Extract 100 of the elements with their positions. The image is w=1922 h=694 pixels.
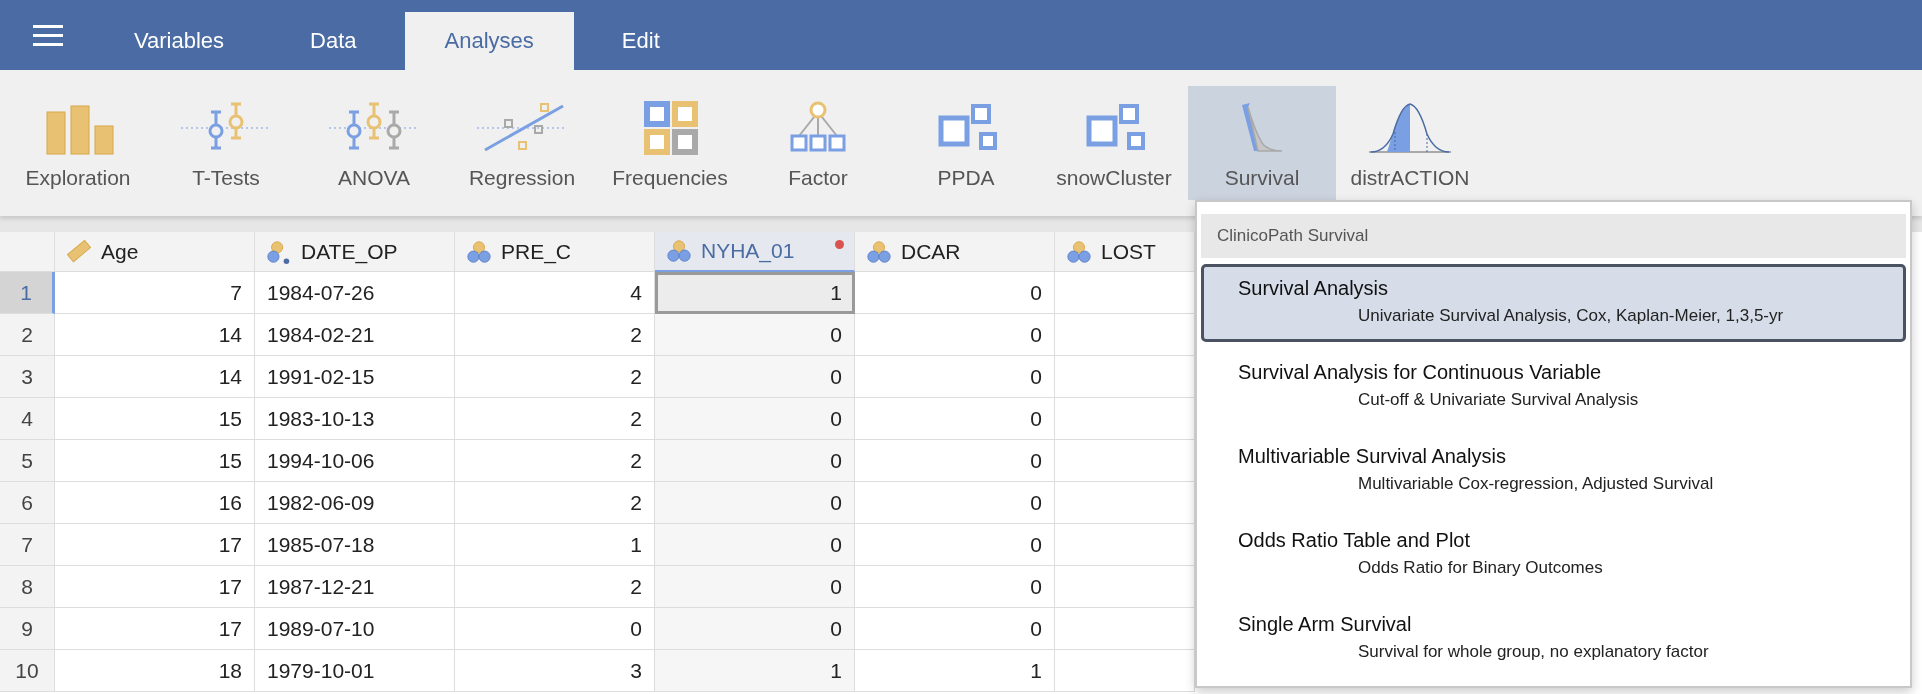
- menu-item-title: Single Arm Survival: [1238, 613, 1413, 636]
- table-cell: 1985-07-18: [255, 524, 455, 566]
- table-cell: 17: [55, 608, 255, 650]
- menu-item-title: Multivariable Survival Analysis: [1238, 445, 1507, 468]
- table-cell: 0: [655, 608, 855, 650]
- table-cell: 0: [855, 524, 1055, 566]
- column-name: DCAR: [901, 239, 961, 264]
- table-cell: 1983-10-13: [255, 398, 455, 440]
- table-cell: 0: [855, 398, 1055, 440]
- table-cell: 1979-10-01: [255, 650, 455, 692]
- menu-item[interactable]: Survival Analysis Univariate Survival Analysis, Cox, Kaplan-Meier, 1,3,5-yr: [1201, 264, 1906, 342]
- row-number[interactable]: 1: [0, 272, 55, 314]
- column-header[interactable]: NYHA_01: [655, 232, 855, 272]
- toolbar-button[interactable]: T-Tests: [152, 86, 300, 200]
- menu-tab[interactable]: Analyses: [404, 12, 574, 70]
- table-cell: 1987-12-21: [255, 566, 455, 608]
- column-header[interactable]: LOST: [1055, 232, 1195, 272]
- table-cell: 18: [55, 650, 255, 692]
- row-number[interactable]: 2: [0, 314, 55, 356]
- variable-type-icon: [65, 238, 93, 265]
- menu-item[interactable]: Odds Ratio Table and Plot Odds Ratio for Binary Outcomes: [1201, 516, 1906, 594]
- row-number[interactable]: 4: [0, 398, 55, 440]
- column-name: LOST: [1101, 239, 1156, 264]
- row-number[interactable]: 8: [0, 566, 55, 608]
- toolbar-button[interactable]: distrACTION: [1336, 86, 1484, 200]
- toolbar-button[interactable]: Frequencies: [596, 86, 744, 200]
- table-cell: 15: [55, 440, 255, 482]
- column-header[interactable]: DATE_OP: [255, 232, 455, 272]
- table-cell: 17: [55, 566, 255, 608]
- table-cell: 1989-07-10: [255, 608, 455, 650]
- table-cell: 0: [855, 482, 1055, 524]
- column-header[interactable]: Age: [55, 232, 255, 272]
- table-cell: 1991-02-15: [255, 356, 455, 398]
- table-cell: 16: [55, 482, 255, 524]
- menu-heading: ClinicoPath Survival: [1201, 214, 1906, 258]
- variable-type-icon: [665, 238, 693, 264]
- table-cell: 1: [655, 272, 855, 314]
- row-number[interactable]: 5: [0, 440, 55, 482]
- table-cell: 14: [55, 356, 255, 398]
- row-number[interactable]: 6: [0, 482, 55, 524]
- menu-item-description: Cut-off & Univariate Survival Analysis: [1357, 390, 1640, 410]
- variable-type-icon: [865, 238, 893, 265]
- menu-tab[interactable]: Variables: [96, 12, 263, 70]
- column-header[interactable]: PRE_C: [455, 232, 655, 272]
- menu-tab[interactable]: Data: [272, 12, 395, 70]
- table-cell: 1982-06-09: [255, 482, 455, 524]
- row-number[interactable]: 3: [0, 356, 55, 398]
- toolbar-button[interactable]: snowCluster: [1040, 86, 1188, 200]
- table-cell: 0: [855, 566, 1055, 608]
- table-cell: 1: [855, 650, 1055, 692]
- table-cell: 0: [655, 398, 855, 440]
- grid-corner: [0, 232, 55, 272]
- row-number[interactable]: 9: [0, 608, 55, 650]
- table-cell: 0: [655, 314, 855, 356]
- table-cell: 14: [55, 314, 255, 356]
- table-cell: 1994-10-06: [255, 440, 455, 482]
- row-number[interactable]: 7: [0, 524, 55, 566]
- menu-item-description: Odds Ratio for Binary Outcomes: [1357, 558, 1604, 578]
- table-cell: 0: [855, 440, 1055, 482]
- menu-item[interactable]: Multivariable Survival Analysis Multivariable Cox-regression, Adjusted Survival: [1201, 432, 1906, 510]
- table-cell: 7: [55, 272, 255, 314]
- table-cell: 17: [55, 524, 255, 566]
- row-number[interactable]: 10: [0, 650, 55, 692]
- column-name: Age: [101, 239, 139, 264]
- table-cell: 0: [855, 608, 1055, 650]
- toolbar-button[interactable]: Survival: [1188, 86, 1336, 200]
- variable-type-icon: [465, 238, 493, 265]
- menu-item-title: Odds Ratio Table and Plot: [1238, 529, 1471, 552]
- menu-icon[interactable]: [33, 23, 63, 47]
- table-cell: 0: [855, 356, 1055, 398]
- menu-item-description: Univariate Survival Analysis, Cox, Kaplan-Meier, 1,3,5-yr: [1357, 306, 1785, 326]
- table-cell: 0: [655, 524, 855, 566]
- menu-item-description: Multivariable Cox-regression, Adjusted Survival: [1357, 474, 1715, 494]
- table-cell: 0: [655, 440, 855, 482]
- menu-item[interactable]: Survival Analysis for Continuous Variable Cut-off & Univariate Survival Analysis: [1201, 348, 1906, 426]
- table-cell: 15: [55, 398, 255, 440]
- menu-item-title: Survival Analysis for Continuous Variable: [1238, 361, 1603, 384]
- column-name: NYHA_01: [701, 239, 795, 263]
- table-cell: 0: [855, 314, 1055, 356]
- toolbar-button[interactable]: ANOVA: [300, 86, 448, 200]
- toolbar-button[interactable]: PPDA: [892, 86, 1040, 200]
- menu-item-title: Survival Analysis: [1238, 277, 1390, 300]
- table-cell: 0: [655, 356, 855, 398]
- toolbar-button[interactable]: Regression: [448, 86, 596, 200]
- analysis-icon: [1240, 101, 1284, 153]
- toolbar-button[interactable]: Factor: [744, 86, 892, 200]
- table-cell: 1984-02-21: [255, 314, 455, 356]
- variable-type-icon: [1065, 238, 1093, 265]
- menu-tab[interactable]: Edit: [583, 12, 698, 70]
- table-cell: 0: [855, 272, 1055, 314]
- menu-item-description: Survival for whole group, no explanatory factor: [1357, 642, 1710, 662]
- table-cell: 0: [655, 482, 855, 524]
- table-cell: 1984-07-26: [255, 272, 455, 314]
- menu-item[interactable]: Single Arm Survival Survival for whole group, no explanatory factor: [1201, 600, 1906, 678]
- column-name: PRE_C: [501, 239, 572, 264]
- column-header[interactable]: DCAR: [855, 232, 1055, 272]
- table-cell: 0: [655, 566, 855, 608]
- column-name: DATE_OP: [301, 239, 398, 264]
- table-cell: 1: [655, 650, 855, 692]
- toolbar-button[interactable]: Exploration: [4, 86, 152, 200]
